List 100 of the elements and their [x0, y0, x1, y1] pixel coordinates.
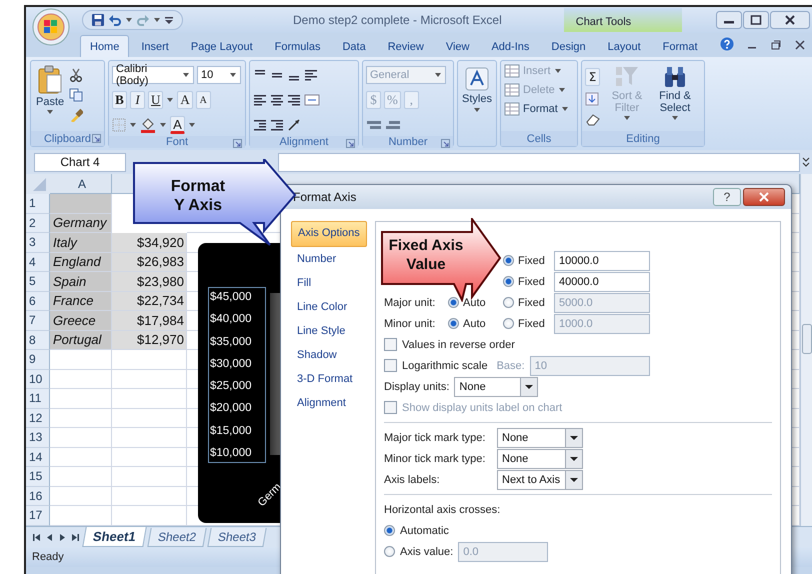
caret-icon[interactable]: [153, 17, 161, 23]
ribbon-tab[interactable]: Formulas: [264, 35, 330, 57]
caret-icon[interactable]: [188, 122, 196, 128]
expand-icon[interactable]: [801, 155, 811, 169]
column-header[interactable]: A: [50, 174, 112, 194]
fill-color-icon[interactable]: [140, 117, 156, 133]
ribbon-tab[interactable]: Format: [652, 35, 708, 57]
row-header[interactable]: 5: [26, 272, 50, 292]
scissors-icon[interactable]: [69, 68, 84, 82]
row-header[interactable]: 8: [26, 330, 50, 350]
last-sheet-icon[interactable]: [71, 532, 80, 542]
italic-button[interactable]: I: [130, 91, 145, 109]
row-header[interactable]: 7: [26, 311, 50, 330]
caret-icon[interactable]: [671, 115, 679, 121]
radio-button[interactable]: [503, 255, 514, 266]
row-header[interactable]: 6: [26, 292, 50, 311]
bold-button[interactable]: B: [112, 91, 127, 109]
formula-field[interactable]: [278, 152, 800, 172]
merge-cells-icon[interactable]: [304, 93, 320, 107]
undo-icon[interactable]: [108, 13, 122, 27]
find-select-button[interactable]: Find & Select: [653, 64, 697, 131]
scrollbar[interactable]: [800, 174, 812, 526]
name-box[interactable]: Chart 4: [34, 152, 126, 172]
close-icon[interactable]: [770, 11, 810, 29]
dialog-launcher-icon[interactable]: [441, 139, 450, 148]
ribbon-tab[interactable]: Page Layout: [180, 35, 263, 57]
row-header[interactable]: 14: [26, 448, 50, 467]
row-header[interactable]: 9: [26, 350, 50, 370]
row-header[interactable]: 2: [26, 214, 50, 233]
row-header[interactable]: 4: [26, 252, 50, 272]
caret-icon[interactable]: [46, 109, 54, 115]
dropdown[interactable]: None: [454, 376, 538, 396]
row-header[interactable]: 16: [26, 486, 50, 506]
ribbon-tab[interactable]: Review: [378, 35, 434, 57]
dialog-launcher-icon[interactable]: [233, 139, 242, 148]
align-right-icon[interactable]: [287, 93, 301, 107]
brush-icon[interactable]: [69, 108, 84, 122]
increase-indent-icon[interactable]: [270, 118, 284, 132]
ribbon-tab[interactable]: View: [436, 35, 480, 57]
font-name-field[interactable]: Calibri (Body): [112, 66, 194, 84]
caret-icon[interactable]: [229, 72, 237, 78]
scroll-thumb-icon[interactable]: [802, 324, 812, 354]
ribbon-tab[interactable]: Home: [80, 35, 130, 57]
radio-button[interactable]: [384, 546, 395, 557]
category-item[interactable]: Axis Options: [291, 221, 367, 247]
ribbon-tab[interactable]: Insert: [131, 35, 179, 57]
close-button[interactable]: [743, 188, 785, 206]
wrap-text-icon[interactable]: [304, 68, 318, 82]
ribbon-tab[interactable]: Data: [332, 35, 376, 57]
shrink-font-button[interactable]: A: [196, 91, 211, 109]
align-left-icon[interactable]: [253, 93, 267, 107]
close-icon[interactable]: [794, 39, 806, 51]
eraser-icon[interactable]: [585, 112, 601, 126]
sheet-tab[interactable]: Sheet1: [82, 527, 146, 547]
row-header[interactable]: 13: [26, 428, 50, 448]
styles-button[interactable]: Styles: [457, 60, 497, 147]
row-header[interactable]: 17: [26, 506, 50, 526]
row-header[interactable]: 1: [26, 194, 50, 214]
radio-button[interactable]: [384, 525, 395, 536]
caret-icon[interactable]: [129, 122, 137, 128]
caret-icon[interactable]: [125, 17, 133, 23]
restore-icon[interactable]: [770, 39, 782, 51]
sheet-tab[interactable]: Sheet3: [207, 528, 266, 546]
radio-button[interactable]: [503, 276, 514, 287]
ribbon-tab[interactable]: Add-Ins: [481, 35, 540, 57]
dropdown[interactable]: None: [497, 448, 583, 468]
checkbox[interactable]: [384, 338, 397, 351]
first-sheet-icon[interactable]: [32, 532, 41, 542]
paste-button[interactable]: Paste: [34, 64, 66, 131]
customize-icon[interactable]: [164, 15, 174, 25]
align-center-icon[interactable]: [270, 93, 284, 107]
minimize-icon[interactable]: [716, 11, 742, 29]
input-field[interactable]: 40000.0: [554, 272, 650, 292]
next-sheet-icon[interactable]: [58, 532, 67, 542]
decrease-indent-icon[interactable]: [253, 118, 267, 132]
sheet-tab[interactable]: Sheet2: [146, 528, 206, 546]
row-header[interactable]: 11: [26, 389, 50, 408]
input-field[interactable]: 10000.0: [554, 250, 650, 270]
row-header[interactable]: 15: [26, 467, 50, 486]
cells-format-button[interactable]: Format: [504, 102, 574, 116]
font-color-button[interactable]: A: [170, 116, 185, 134]
fill-down-icon[interactable]: [585, 92, 599, 106]
caret-icon[interactable]: [159, 122, 167, 128]
help-icon[interactable]: [720, 37, 734, 51]
axis-selection[interactable]: $45,000 $40,000 $35,000 $30,000 $25,000 $20,000 $15,000 $10,000: [208, 287, 266, 463]
row-header[interactable]: 12: [26, 408, 50, 428]
caret-icon[interactable]: [166, 97, 174, 103]
ribbon-tab[interactable]: Layout: [598, 35, 651, 57]
increase-decimal-icon[interactable]: [366, 118, 382, 132]
caret-icon[interactable]: [473, 107, 481, 113]
ribbon-tab[interactable]: Design: [541, 35, 596, 57]
caret-icon[interactable]: [182, 72, 190, 78]
dialog-launcher-icon[interactable]: [92, 134, 101, 143]
autosum-button[interactable]: Σ: [585, 68, 600, 86]
copy-icon[interactable]: [69, 88, 84, 102]
decrease-decimal-icon[interactable]: [385, 118, 401, 132]
checkbox[interactable]: [384, 359, 397, 372]
font-size-field[interactable]: 10: [197, 66, 241, 84]
office-button-icon[interactable]: [32, 8, 70, 46]
restore-icon[interactable]: [743, 11, 769, 29]
